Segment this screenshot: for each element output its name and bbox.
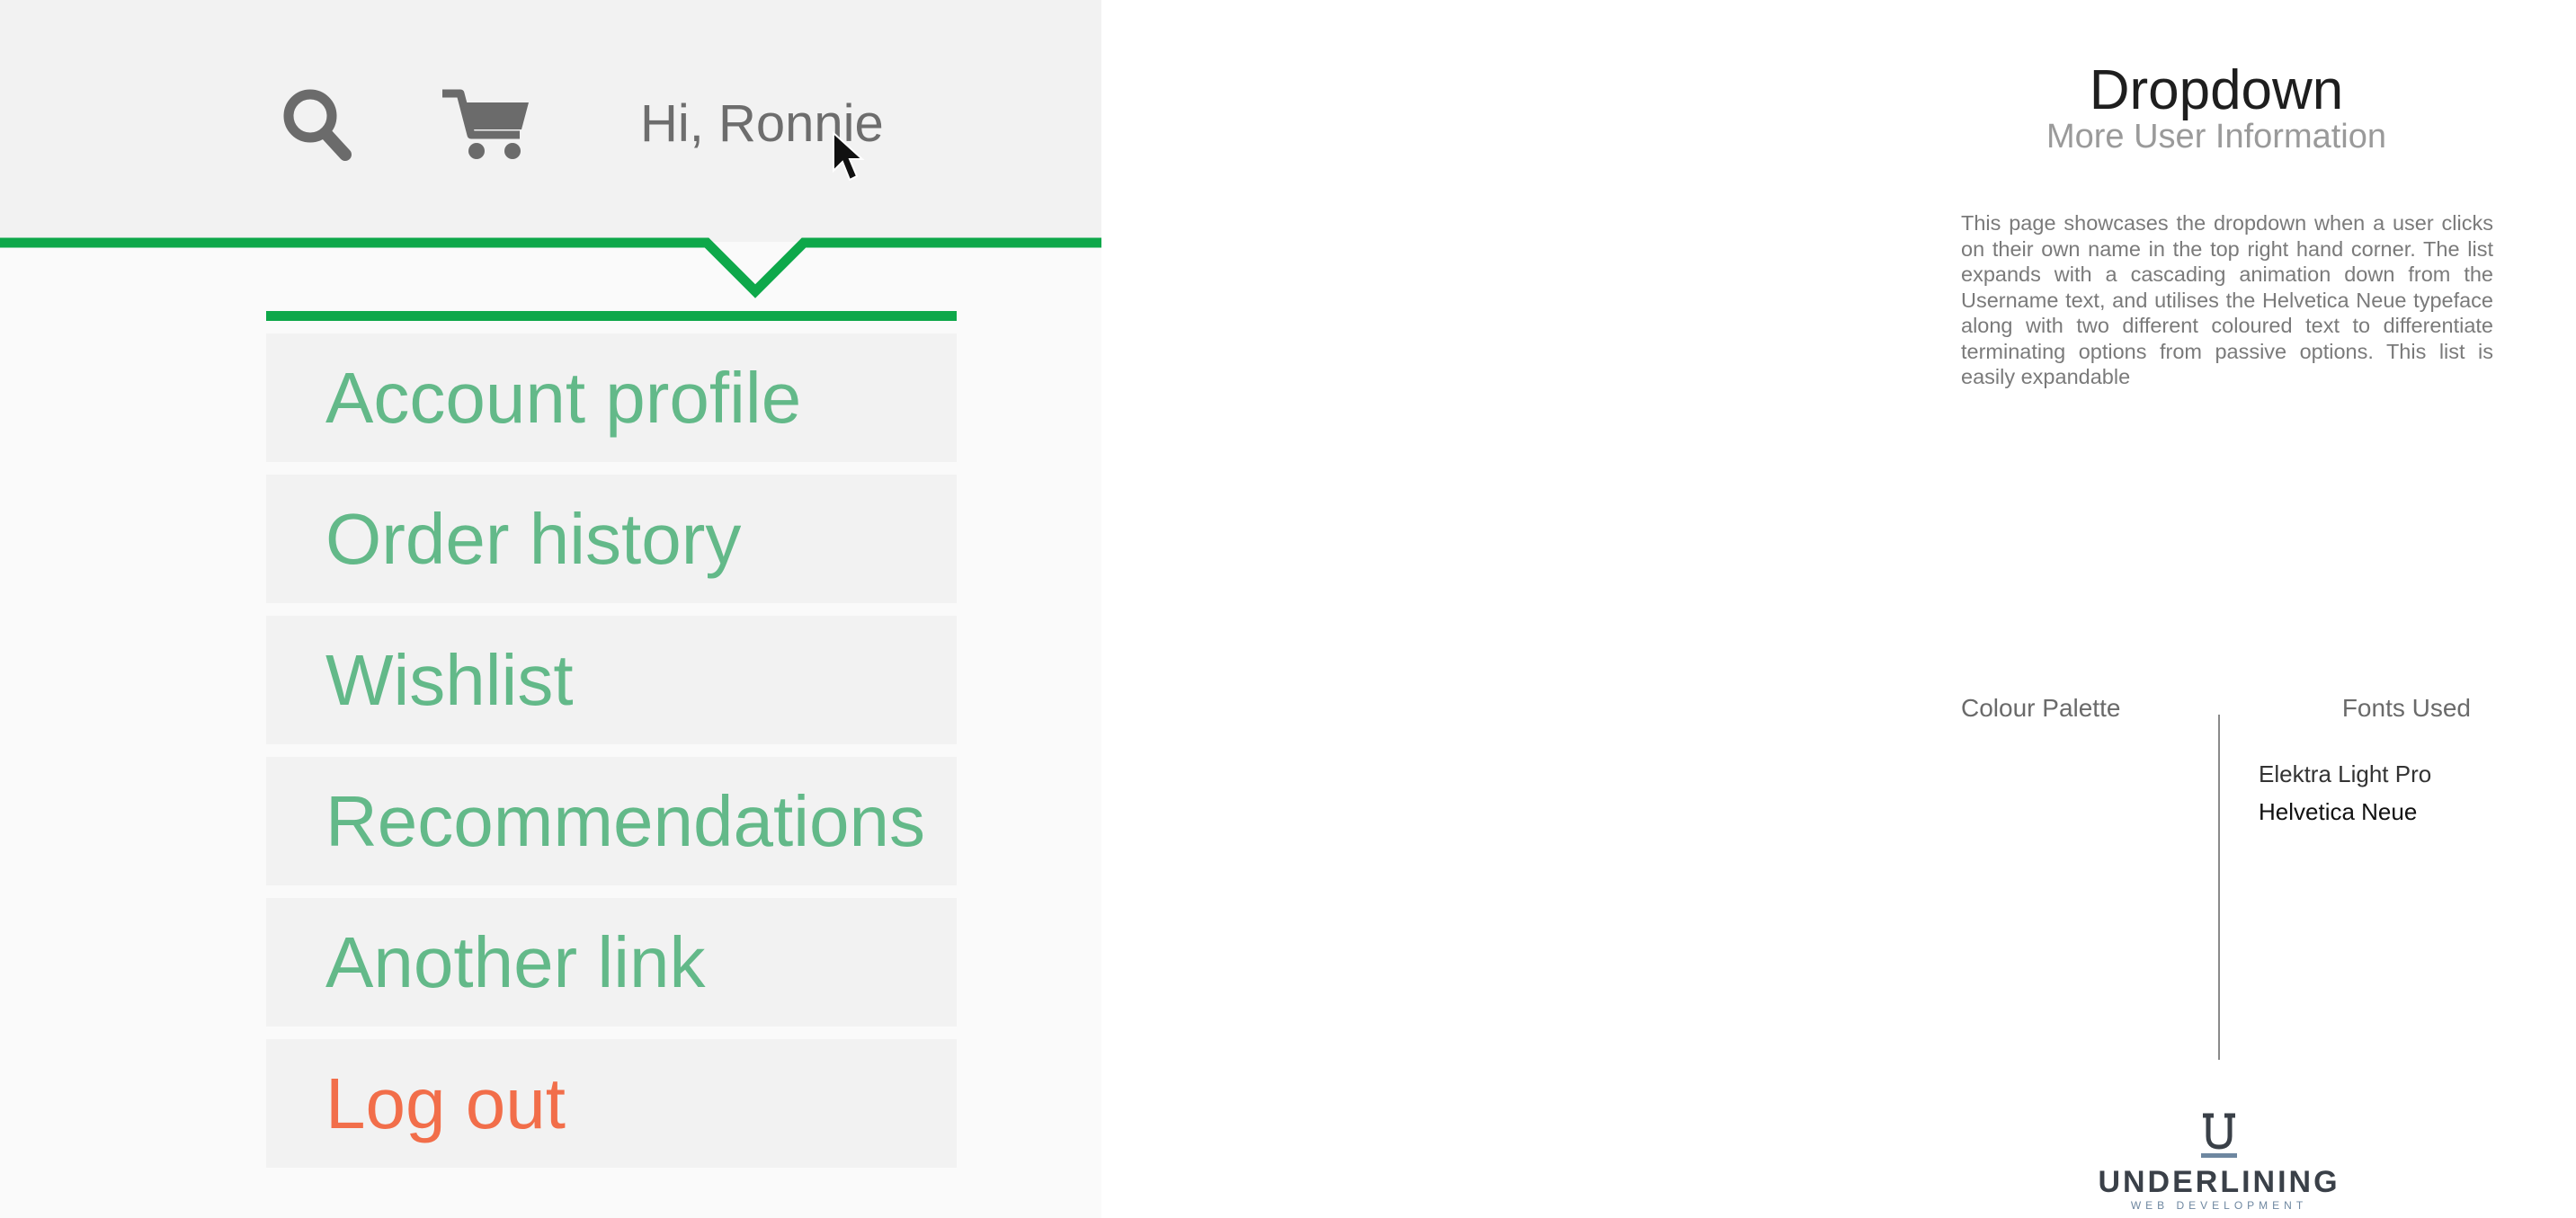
section-divider (2218, 715, 2220, 1060)
menu-item-account-profile[interactable]: Account profile (266, 333, 957, 462)
menu-item-label: Log out (325, 1062, 566, 1143)
menu-item-log-out[interactable]: Log out (266, 1039, 957, 1168)
menu-item-label: Another link (325, 921, 706, 1002)
underlining-logo-icon (2201, 1113, 2237, 1158)
menu-item-another-link[interactable]: Another link (266, 898, 957, 1027)
menu-item-wishlist[interactable]: Wishlist (266, 616, 957, 744)
page-subtitle: More User Information (2046, 118, 2386, 156)
colour-palette-heading: Colour Palette (1961, 694, 2121, 722)
cart-icon[interactable] (441, 88, 530, 162)
menu-item-label: Wishlist (325, 639, 574, 720)
menu-item-order-history[interactable]: Order history (266, 475, 957, 603)
user-dropdown-menu: Account profile Order history Wishlist R… (266, 311, 957, 1168)
dropdown-indicator-line (0, 237, 1101, 298)
menu-item-label: Order history (325, 498, 742, 579)
logo-tagline: WEB DEVELOPMENT (2130, 1199, 2308, 1212)
fonts-used-heading: Fonts Used (2341, 694, 2471, 722)
logo-wordmark: UNDERLINING (2098, 1165, 2340, 1199)
dropdown-mockup: Hi, Ronnie Account profile Order history… (0, 0, 1101, 1218)
font-name: Elektra Light Pro (2259, 760, 2432, 787)
menu-item-recommendations[interactable]: Recommendations (266, 757, 957, 885)
font-name: Helvetica Neue (2259, 798, 2418, 825)
menu-item-label: Account profile (325, 357, 802, 438)
page-description: This page showcases the dropdown when a … (1961, 211, 2493, 388)
dropdown-top-border (266, 311, 957, 321)
menu-item-label: Recommendations (325, 780, 925, 861)
site-header: Hi, Ronnie (0, 0, 1101, 242)
mouse-cursor-icon (833, 131, 865, 182)
search-icon[interactable] (281, 86, 352, 162)
